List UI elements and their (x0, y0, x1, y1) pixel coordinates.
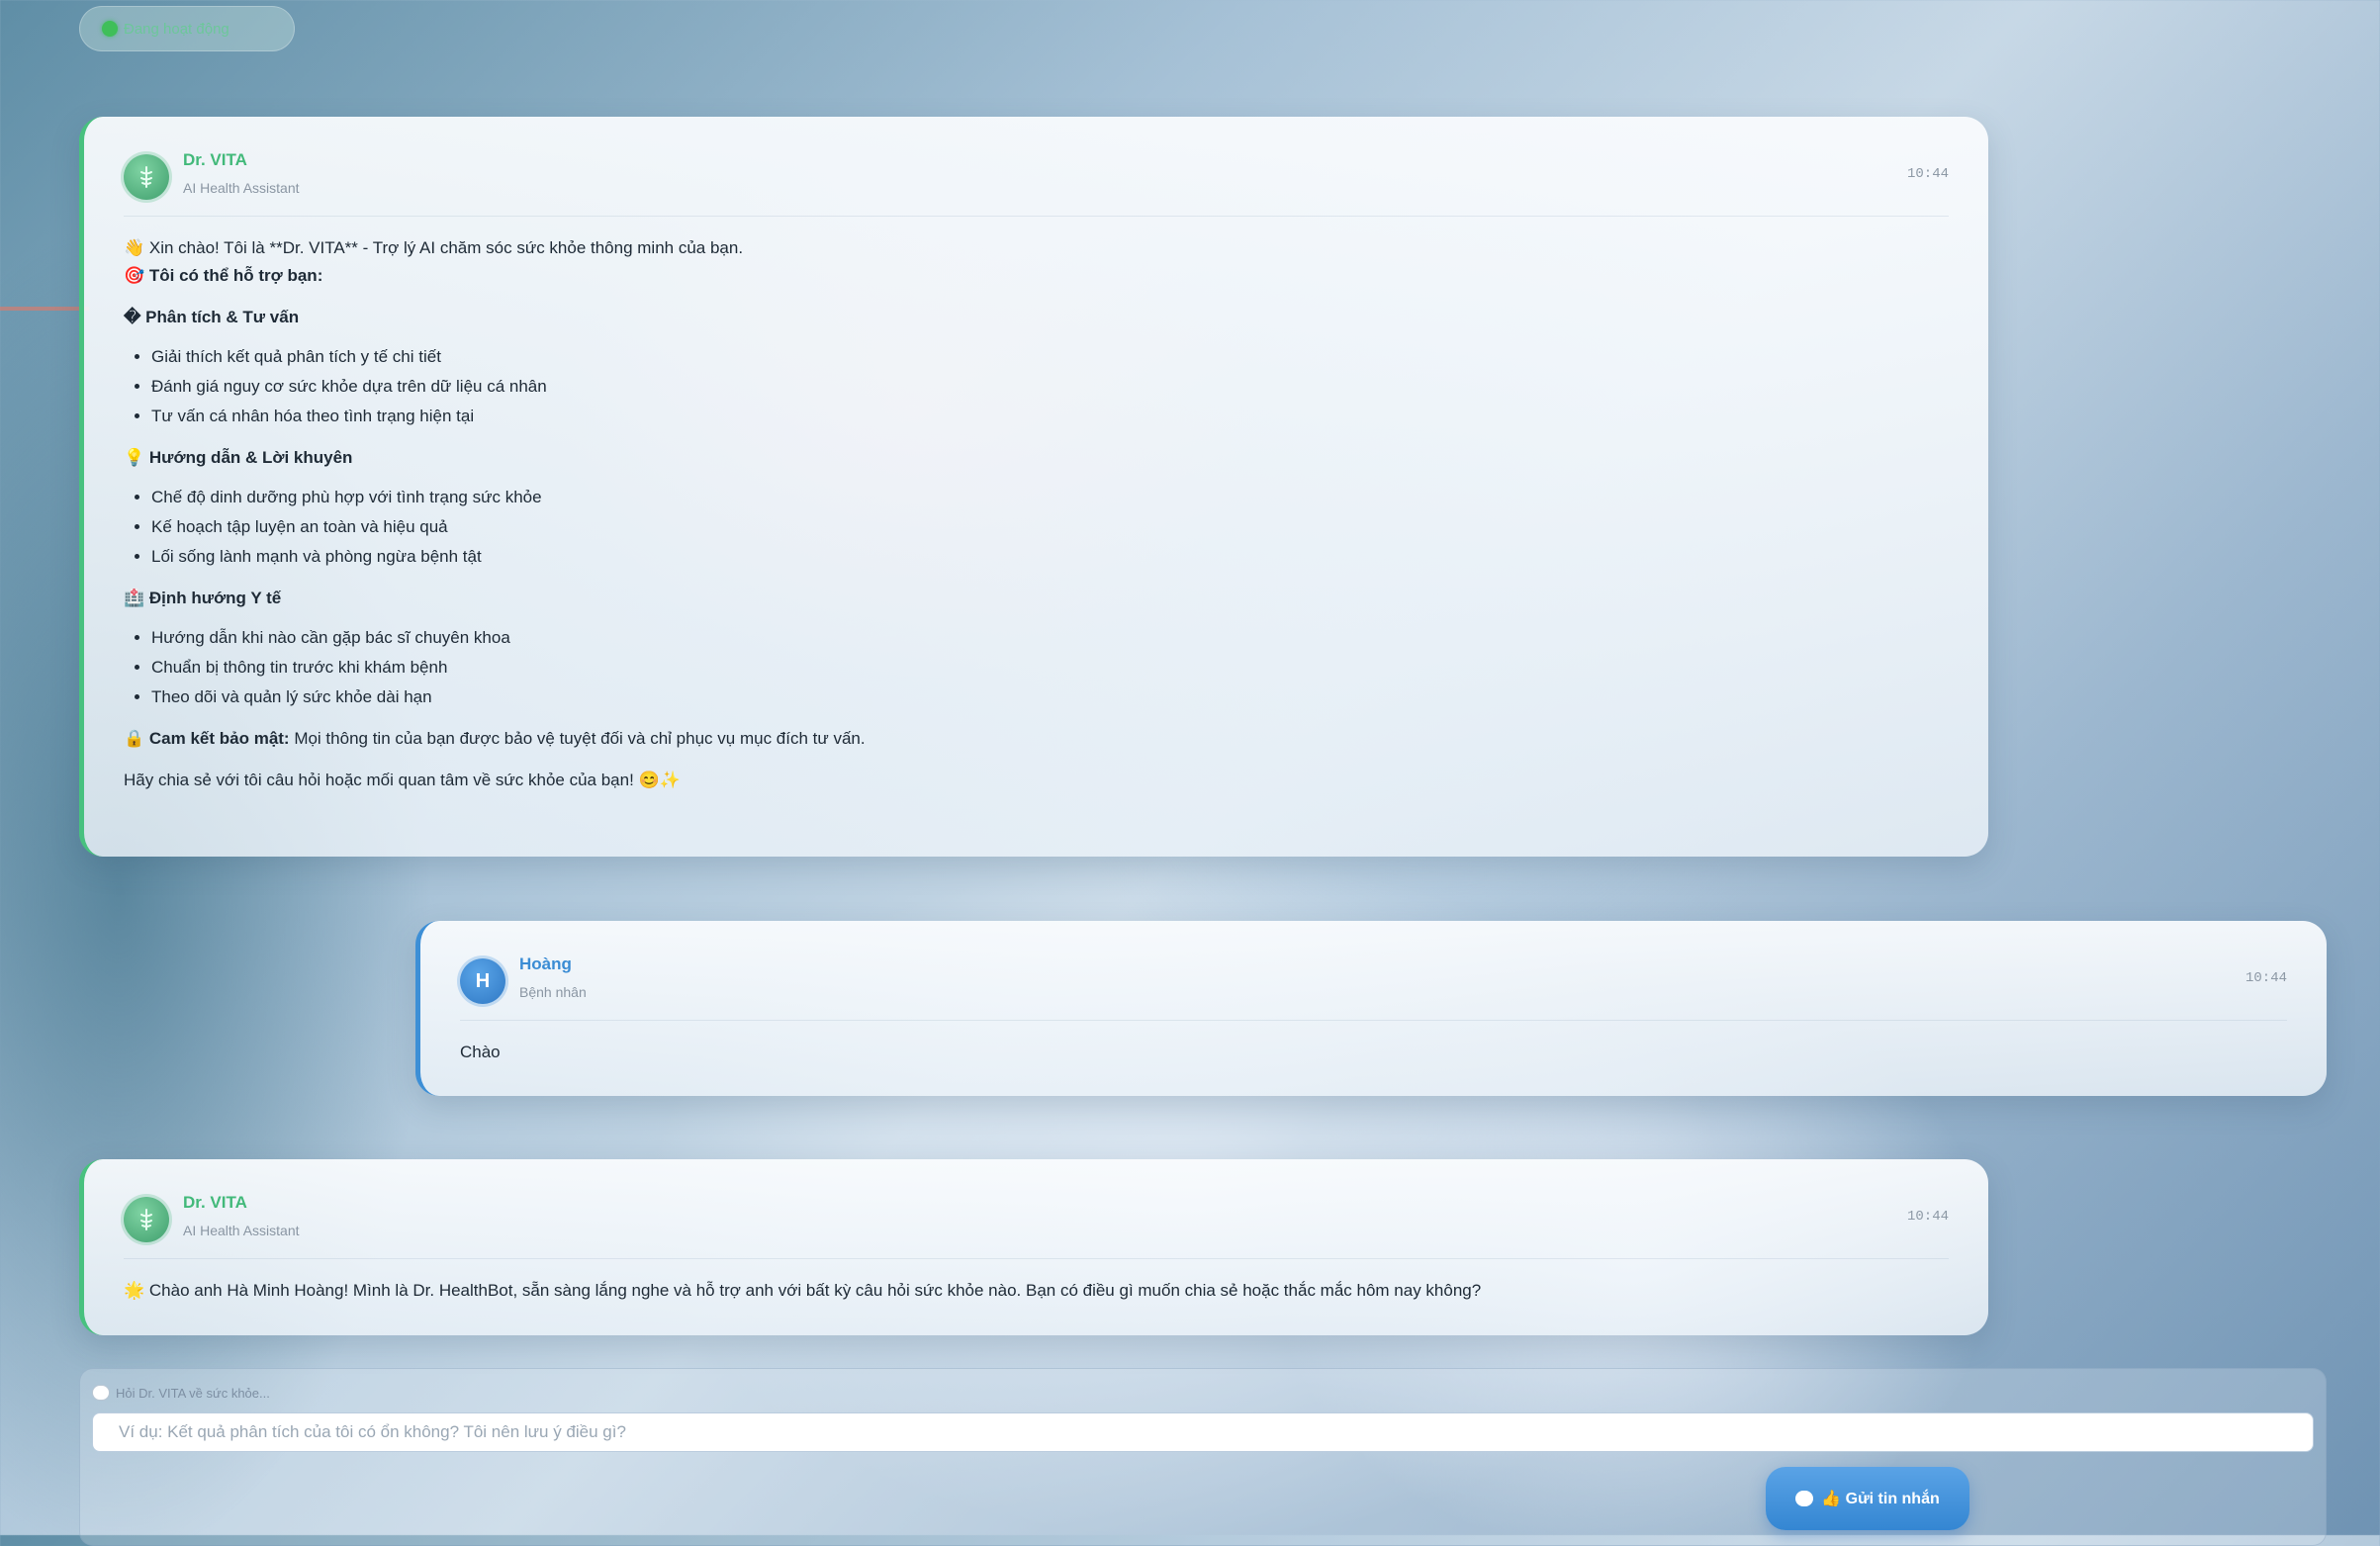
message-time: 10:44 (1906, 1209, 1949, 1225)
status-text: Đang hoạt động (124, 20, 229, 38)
message-body: 👋 Xin chào! Tôi là **Dr. VITA** - Trợ lý… (124, 234, 1949, 794)
list-item: Đánh giá nguy cơ sức khỏe dựa trên dữ li… (151, 373, 1949, 401)
message-body: Chào (460, 1039, 2287, 1066)
composer-label: Hỏi Dr. VITA về sức khỏe... (92, 1385, 270, 1401)
list-item: Tư vấn cá nhân hóa theo tình trạng hiện … (151, 403, 1949, 430)
chat-bubble-icon (92, 1385, 110, 1401)
sender-name: Dr. VITA (183, 150, 247, 169)
sender-name: Hoàng (519, 955, 572, 973)
bot-avatar (124, 1197, 169, 1242)
message-time: 10:44 (1906, 166, 1949, 182)
closing-text: Hãy chia sẻ với tôi câu hỏi hoặc mối qua… (124, 771, 681, 789)
message-header: Dr. VITA AI Health Assistant 10:44 (124, 1193, 1949, 1259)
caduceus-icon (140, 166, 152, 188)
list-item: Giải thích kết quả phân tích y tế chi ti… (151, 343, 1949, 371)
capabilities-title: 🎯 Tôi có thể hỗ trợ bạn: (124, 266, 323, 285)
list-item: Hướng dẫn khi nào cần gặp bác sĩ chuyên … (151, 624, 1949, 652)
section-title: 💡 Hướng dẫn & Lời khuyên (124, 448, 353, 467)
message-header: Dr. VITA AI Health Assistant 10:44 (124, 150, 1949, 217)
caduceus-icon (140, 1209, 152, 1230)
user-message: H Hoàng Bệnh nhân 10:44 Chào (415, 921, 2327, 1096)
list-item: Chuẩn bị thông tin trước khi khám bệnh (151, 654, 1949, 682)
message-text: Chào (460, 1043, 501, 1061)
message-body: 🌟 Chào anh Hà Minh Hoàng! Mình là Dr. He… (124, 1277, 1949, 1305)
message-time: 10:44 (2244, 970, 2287, 986)
send-message-button[interactable]: 👍 Gửi tin nhắn (1766, 1467, 1969, 1530)
sender-role: AI Health Assistant (183, 1223, 300, 1238)
bot-avatar (124, 154, 169, 200)
composer-label-text: Hỏi Dr. VITA về sức khỏe... (116, 1385, 270, 1401)
list-item: Chế độ dinh dưỡng phù hợp với tình trạng… (151, 484, 1949, 511)
list-item: Kế hoạch tập luyện an toàn và hiệu quả (151, 513, 1949, 541)
send-button-label: 👍 Gửi tin nhắn (1821, 1491, 1940, 1507)
online-status-badge: Đang hoạt động (79, 6, 295, 51)
message-input[interactable] (92, 1412, 2314, 1452)
bot-message-reply: Dr. VITA AI Health Assistant 10:44 🌟 Chà… (79, 1159, 1988, 1335)
intro-text: 👋 Xin chào! Tôi là **Dr. VITA** - Trợ lý… (124, 238, 744, 257)
security-label: 🔒 Cam kết bảo mật: (124, 729, 290, 748)
message-composer: Hỏi Dr. VITA về sức khỏe... 👍 Gửi tin nh… (79, 1368, 2327, 1546)
section-list: Chế độ dinh dưỡng phù hợp với tình trạng… (124, 484, 1949, 571)
sender-name: Dr. VITA (183, 1193, 247, 1212)
online-dot-icon (102, 21, 118, 37)
list-item: Theo dõi và quản lý sức khỏe dài hạn (151, 683, 1949, 711)
section-list: Hướng dẫn khi nào cần gặp bác sĩ chuyên … (124, 624, 1949, 711)
bot-message-welcome: Dr. VITA AI Health Assistant 10:44 👋 Xin… (79, 117, 1988, 857)
sender-role: Bệnh nhân (519, 984, 587, 1000)
security-note: 🔒 Cam kết bảo mật: Mọi thông tin của bạn… (124, 725, 1949, 753)
security-text: Mọi thông tin của bạn được bảo vệ tuyệt … (289, 729, 866, 748)
message-text: 🌟 Chào anh Hà Minh Hoàng! Mình là Dr. He… (124, 1281, 1482, 1300)
section-list: Giải thích kết quả phân tích y tế chi ti… (124, 343, 1949, 430)
section-title: � Phân tích & Tư vấn (124, 308, 300, 326)
sender-role: AI Health Assistant (183, 180, 300, 196)
message-header: H Hoàng Bệnh nhân 10:44 (460, 955, 2287, 1021)
section-title: 🏥 Định hướng Y tế (124, 589, 282, 607)
chat-bubble-icon (1795, 1491, 1814, 1506)
user-avatar: H (460, 958, 505, 1004)
list-item: Lối sống lành mạnh và phòng ngừa bệnh tậ… (151, 543, 1949, 571)
